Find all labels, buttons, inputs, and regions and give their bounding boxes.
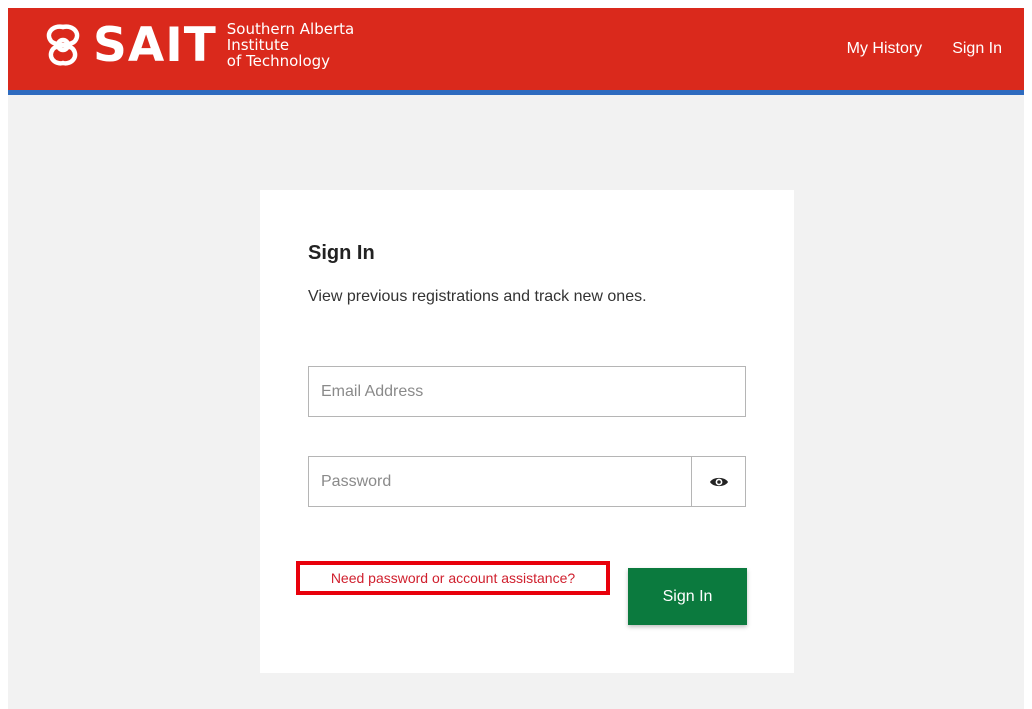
brand-subtitle-line: of Technology [226,52,331,70]
brand-subtitle: Southern Alberta Institute of Technology [227,21,354,69]
show-password-button[interactable] [691,457,745,506]
password-field[interactable] [309,457,691,506]
sign-in-card: Sign In View previous registrations and … [260,190,794,673]
account-assistance-link[interactable]: Need password or account assistance? [331,570,575,586]
header-nav: My History Sign In [817,8,1002,90]
page: SAIT Southern Alberta Institute of Techn… [8,8,1024,709]
header-sign-in-link[interactable]: Sign In [952,40,1002,58]
eye-icon [709,477,728,486]
brand-subtitle-line: Institute [226,36,290,54]
brand-name: SAIT [93,17,217,73]
sait-emblem-icon [46,24,80,66]
my-history-link[interactable]: My History [847,40,923,58]
assistance-highlight: Need password or account assistance? [296,561,610,595]
sign-in-subtitle: View previous registrations and track ne… [308,288,647,305]
sait-logo[interactable]: SAIT Southern Alberta Institute of Techn… [39,15,354,75]
email-field[interactable] [309,367,745,416]
brand-subtitle-line: Southern Alberta [226,20,355,38]
email-field-wrapper [308,366,746,417]
site-header: SAIT Southern Alberta Institute of Techn… [8,8,1024,95]
sign-in-button[interactable]: Sign In [628,568,747,625]
sign-in-title: Sign In [308,242,375,264]
password-field-wrapper [308,456,746,507]
